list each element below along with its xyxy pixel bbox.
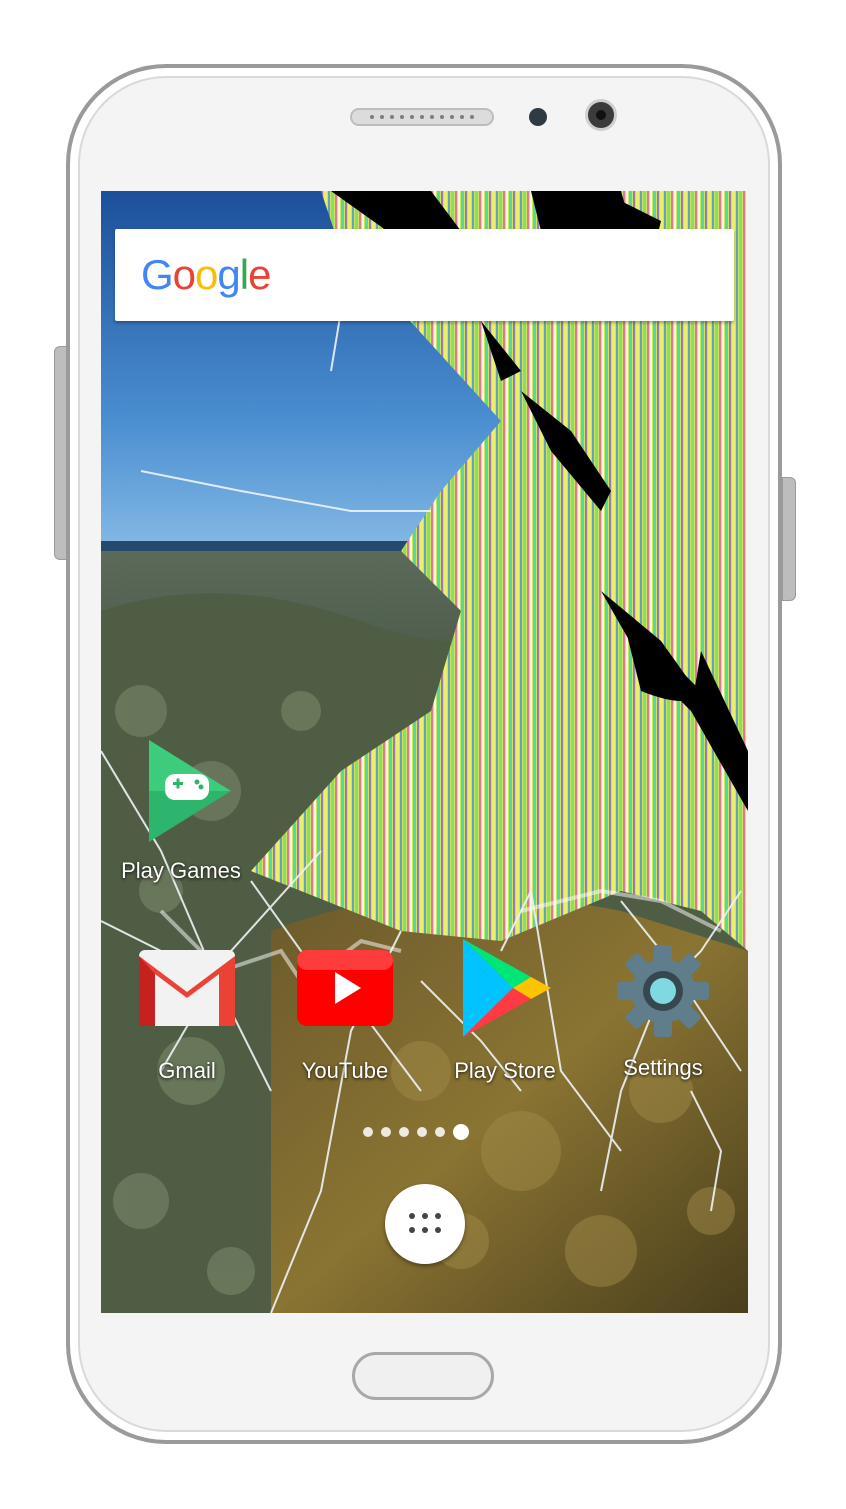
home-button[interactable] — [352, 1352, 494, 1400]
page-dot[interactable] — [381, 1127, 391, 1137]
app-gmail[interactable]: Gmail — [117, 946, 257, 1086]
power-button[interactable] — [782, 477, 796, 601]
app-label: Gmail — [158, 1058, 216, 1083]
home-screen: Google Play Games Gmail YouTube Play Sto… — [101, 191, 748, 1313]
youtube-icon — [297, 950, 393, 1026]
google-search-bar[interactable]: Google — [115, 229, 734, 321]
page-indicator — [363, 1123, 469, 1141]
google-logo: Google — [141, 251, 271, 298]
earpiece-speaker — [350, 108, 494, 126]
page-dot[interactable] — [399, 1127, 409, 1137]
page-dot[interactable] — [417, 1127, 427, 1137]
app-settings[interactable]: Settings — [593, 943, 733, 1083]
play-store-icon — [463, 939, 551, 1037]
app-label: Settings — [623, 1055, 703, 1080]
page-dot-active[interactable] — [453, 1124, 469, 1140]
app-youtube[interactable]: YouTube — [275, 946, 415, 1086]
settings-icon — [617, 945, 709, 1037]
gmail-icon — [139, 950, 235, 1026]
front-camera — [585, 99, 617, 131]
proximity-sensor — [529, 108, 547, 126]
app-label: Play Games — [121, 858, 241, 883]
page-dot[interactable] — [363, 1127, 373, 1137]
app-play-games[interactable]: Play Games — [111, 736, 251, 886]
page-dot[interactable] — [435, 1127, 445, 1137]
app-play-store[interactable]: Play Store — [435, 935, 575, 1085]
play-games-icon — [149, 740, 231, 842]
app-drawer-button[interactable] — [385, 1184, 465, 1264]
app-label: YouTube — [301, 1058, 389, 1083]
app-label: Play Store — [454, 1058, 556, 1083]
app-grid-icon — [409, 1213, 441, 1235]
